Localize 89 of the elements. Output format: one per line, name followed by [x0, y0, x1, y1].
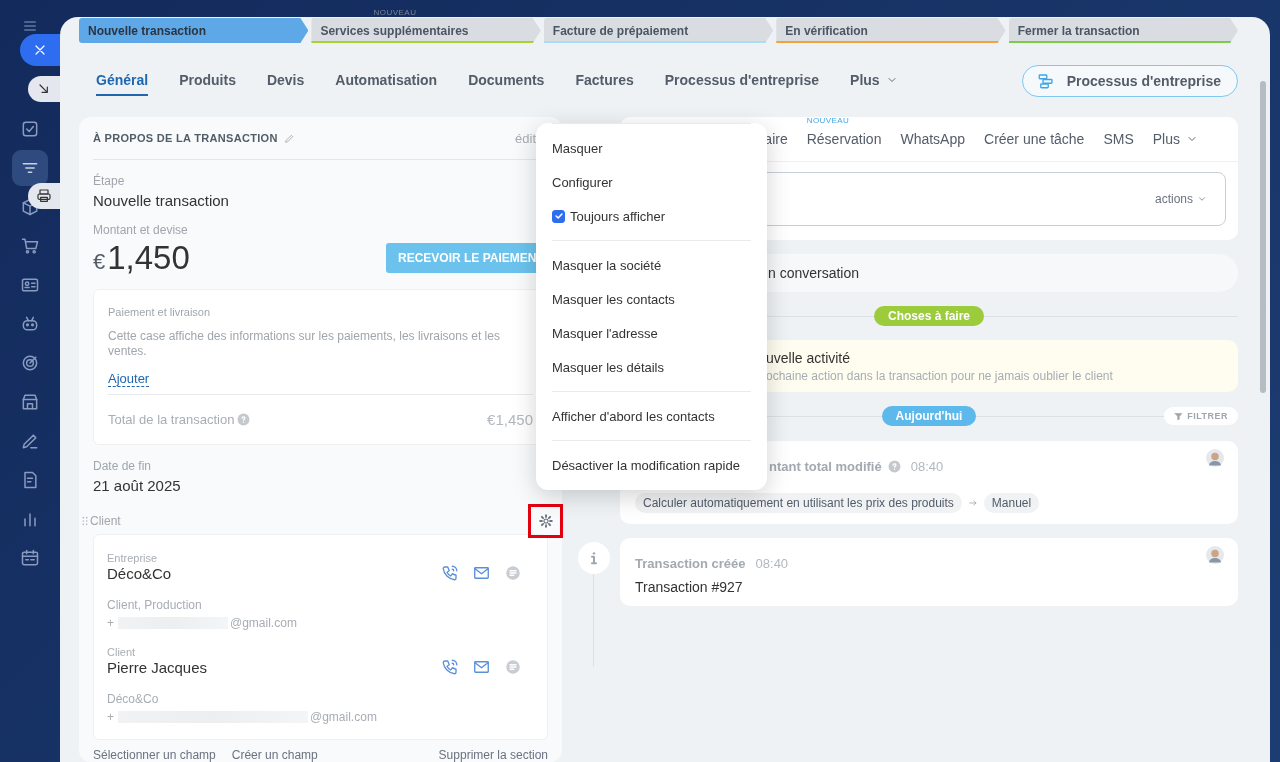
menu-item[interactable]: Masquer [552, 131, 751, 165]
cart-icon [20, 236, 40, 256]
menu-icon[interactable] [21, 18, 39, 34]
new-label: NOUVEAU [806, 116, 850, 125]
contact-role: Client [107, 646, 137, 658]
stage-step[interactable]: Services supplémentaires [311, 18, 541, 43]
event-title: ntant total modifié [769, 459, 882, 474]
tab[interactable]: Factures [575, 66, 634, 96]
tab[interactable]: Processus d'entreprise [664, 66, 820, 96]
tab[interactable]: Produits [179, 66, 236, 96]
phone-prefix: + [107, 616, 114, 630]
new-label: NOUVEAU [373, 8, 417, 17]
field-value: Nouvelle transaction [93, 192, 230, 209]
todo-pill: Choses à faire [873, 306, 984, 326]
sidebar-item[interactable] [12, 150, 48, 186]
footer-link[interactable]: Créer un champ [231, 748, 318, 762]
currency-symbol: € [93, 249, 106, 275]
calendar-icon [20, 548, 40, 568]
field-value: 21 août 2025 [93, 477, 182, 494]
mail-icon[interactable] [472, 658, 491, 676]
add-link[interactable]: Ajouter [108, 371, 150, 387]
menu-item[interactable]: Désactiver la modification rapide [552, 448, 751, 482]
contact-name[interactable]: Pierre Jacques [107, 658, 441, 676]
total-value: €1,450 [487, 411, 533, 428]
phone-prefix: + [107, 710, 114, 724]
actions-dropdown[interactable]: actions [1154, 192, 1193, 206]
stage-step[interactable]: Facture de prépaiement [543, 18, 774, 43]
event-title: Transaction créée [635, 556, 746, 571]
event-time: 08:40 [755, 556, 789, 571]
stage-step[interactable]: Fermer la transaction [1008, 18, 1239, 43]
minimize-button[interactable] [28, 76, 60, 102]
contact-role: Entreprise [107, 552, 159, 564]
mail-icon[interactable] [472, 564, 491, 582]
checkmark-icon [553, 211, 564, 221]
total-label: Total de la transaction [108, 412, 235, 427]
settings-icon [538, 514, 553, 528]
value-chip: Manuel [983, 493, 1040, 513]
chevron-down-icon [1197, 194, 1207, 204]
tab[interactable]: Documents [468, 66, 545, 96]
robot-icon [20, 314, 40, 334]
menu-item[interactable]: Afficher d'abord les contacts [552, 399, 751, 433]
footer-link[interactable]: Sélectionner un champ [93, 748, 216, 762]
activity-tab[interactable]: SMS [1103, 131, 1134, 147]
activity-tab[interactable]: WhatsApp [900, 131, 965, 147]
phone-icon[interactable] [441, 658, 459, 676]
store-icon [20, 392, 40, 412]
stage-step[interactable]: Nouvelle transaction [79, 18, 309, 43]
box-description: Cette case affiche des informations sur les paiements, les livraisons et les ventes. [108, 329, 501, 359]
target-icon [20, 353, 40, 373]
tab[interactable]: Devis [266, 66, 305, 96]
amount-value: 1,450 [107, 239, 190, 277]
today-pill: Aujourd'hui [881, 406, 977, 426]
section-title: À PROPOS DE LA TRANSACTION [93, 132, 278, 144]
close-button[interactable] [20, 34, 60, 66]
id-card-icon [20, 275, 40, 295]
arrow-right-icon [967, 498, 978, 508]
field-label: Montant et devise [93, 223, 189, 237]
footer-link[interactable]: Supprimer la section [438, 748, 548, 762]
process-button[interactable]: Processus d'entreprise [1021, 65, 1238, 97]
highlighted-settings-button[interactable] [528, 504, 563, 538]
event-text: Transaction #927 [635, 579, 744, 595]
value-chip: Calculer automatiquement en utilisant les prix des produits [635, 493, 962, 513]
checkbox-icon [20, 119, 40, 139]
printer-icon [36, 188, 52, 204]
drag-handle-icon[interactable] [80, 514, 90, 528]
contact-detail: Déco&Co [107, 692, 160, 706]
activity-tab[interactable]: Plus [1152, 131, 1198, 147]
contact-name[interactable]: Déco&Co [107, 564, 441, 582]
pen-icon [20, 431, 40, 451]
avatar-icon[interactable] [1206, 449, 1224, 467]
field-label: Date de fin [93, 459, 153, 473]
avatar-icon[interactable] [1206, 546, 1224, 564]
event-time: 08:40 [910, 459, 944, 474]
activity-tab[interactable]: Créer une tâche [984, 131, 1085, 147]
box-title: Paiement et livraison [108, 306, 212, 318]
activity-tab[interactable]: Réservation [806, 131, 882, 147]
phone-icon[interactable] [441, 564, 459, 582]
tab[interactable]: Plus [850, 66, 898, 96]
print-tooltip[interactable] [28, 183, 60, 209]
tab[interactable]: Général [96, 66, 149, 96]
tab[interactable]: Automatisation [335, 66, 438, 96]
activity-hint: ochaine action dans la transaction pour ne jamais oublier le client [766, 369, 1114, 383]
filter-icon [1174, 411, 1184, 421]
stage-step[interactable]: En vérification [776, 18, 1006, 43]
field-label: Étape [93, 174, 126, 188]
activity-title: uvelle activité [766, 350, 852, 366]
contact-detail: Client, Production [107, 598, 203, 612]
checkbox[interactable] [552, 209, 565, 223]
section-label: Client [90, 514, 121, 528]
